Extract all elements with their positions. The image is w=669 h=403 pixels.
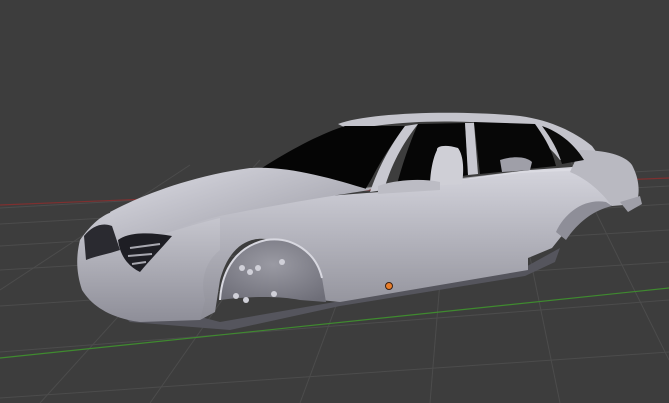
object-origin-icon[interactable] <box>385 282 393 290</box>
3d-viewport[interactable] <box>0 0 669 403</box>
car-body-mesh[interactable] <box>77 112 642 330</box>
viewport-canvas[interactable] <box>0 0 669 403</box>
car-rear-seat <box>500 157 532 172</box>
